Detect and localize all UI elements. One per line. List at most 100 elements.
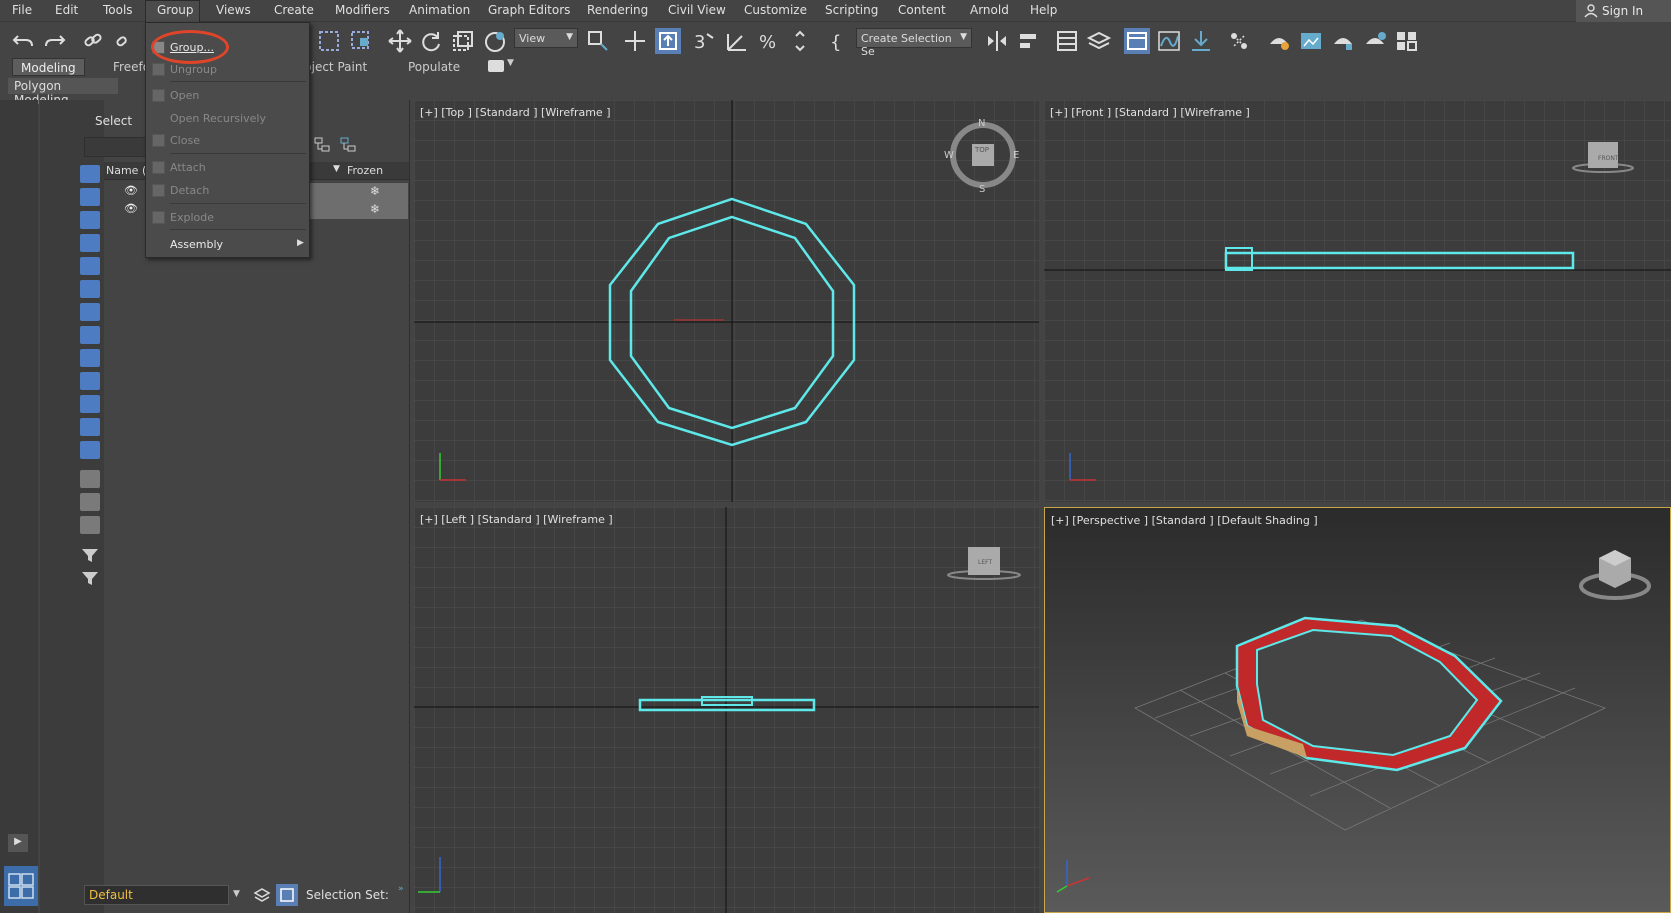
eye-icon[interactable]: 👁 bbox=[124, 202, 138, 215]
window-crossing-icon[interactable] bbox=[348, 28, 374, 54]
toggle-ribbon-icon[interactable] bbox=[1124, 28, 1150, 54]
viewport-front[interactable]: [+] [Front ] [Standard ] [Wireframe ] FR… bbox=[1044, 100, 1671, 502]
viewport-perspective[interactable]: [+] [Perspective ] [Standard ] [Default … bbox=[1044, 507, 1671, 913]
layers-icon[interactable] bbox=[252, 886, 272, 906]
expand-icon[interactable]: » bbox=[398, 884, 404, 894]
select-manipulate-icon[interactable] bbox=[622, 28, 648, 54]
select-region-icon[interactable] bbox=[316, 28, 342, 54]
menu-graph-editors[interactable]: Graph Editors bbox=[488, 3, 570, 17]
frozen-cell[interactable] bbox=[310, 201, 408, 219]
viewport-layout-tab-icon[interactable] bbox=[4, 866, 38, 906]
menu-views[interactable]: Views bbox=[216, 3, 251, 17]
menu-modifiers[interactable]: Modifiers bbox=[335, 3, 390, 17]
display-geometry-icon[interactable] bbox=[80, 188, 100, 206]
ribbon-options-icon[interactable] bbox=[488, 60, 504, 72]
menu-civil-view[interactable]: Civil View bbox=[668, 3, 726, 17]
viewcube-face-label[interactable]: LEFT bbox=[978, 559, 992, 566]
hierarchy-icon[interactable] bbox=[314, 137, 332, 153]
menu-help[interactable]: Help bbox=[1030, 3, 1057, 17]
filter-icon[interactable] bbox=[80, 546, 100, 564]
rendered-frame-window-icon[interactable] bbox=[1298, 28, 1324, 54]
menu-scripting[interactable]: Scripting bbox=[825, 3, 878, 17]
mirror-icon[interactable] bbox=[984, 28, 1010, 54]
move-icon[interactable] bbox=[387, 28, 413, 54]
rotate-icon[interactable] bbox=[418, 28, 444, 54]
chevron-down-icon[interactable]: ▼ bbox=[233, 889, 240, 899]
tab-modeling[interactable]: Modeling bbox=[12, 58, 85, 76]
display-all-icon[interactable] bbox=[80, 165, 100, 183]
menu-tools[interactable]: Tools bbox=[103, 3, 133, 17]
material-editor-icon[interactable] bbox=[1226, 28, 1252, 54]
sign-in-button[interactable]: Sign In bbox=[1576, 0, 1671, 22]
schematic-view-icon[interactable] bbox=[1188, 28, 1214, 54]
menu-item-explode[interactable]: Explode bbox=[170, 211, 214, 224]
display-lights-icon[interactable] bbox=[80, 234, 100, 252]
menu-item-open-recursively[interactable]: Open Recursively bbox=[170, 112, 266, 125]
pivot-center-icon[interactable] bbox=[585, 28, 611, 54]
a360-gallery-icon[interactable] bbox=[1394, 28, 1420, 54]
menu-group[interactable]: Group bbox=[157, 3, 194, 17]
percent-snap-icon[interactable]: % bbox=[756, 28, 782, 54]
frozen-cell[interactable] bbox=[310, 183, 408, 201]
viewport-label-top[interactable]: [+] [Top ] [Standard ] [Wireframe ] bbox=[420, 106, 611, 119]
spinner-snap-icon[interactable] bbox=[788, 28, 814, 54]
play-icon[interactable]: ▶ bbox=[8, 834, 28, 852]
menu-content[interactable]: Content bbox=[898, 3, 946, 17]
viewcube-perspective[interactable] bbox=[1575, 540, 1655, 610]
display-groups-icon[interactable] bbox=[80, 326, 100, 344]
menu-rendering[interactable]: Rendering bbox=[587, 3, 648, 17]
display-containers-icon[interactable] bbox=[80, 395, 100, 413]
menu-item-open[interactable]: Open bbox=[170, 89, 199, 102]
ribbon-panel-polygon-modeling[interactable]: Polygon Modeling bbox=[8, 78, 118, 107]
unlink-icon[interactable] bbox=[112, 28, 138, 54]
chevron-down-icon[interactable]: ▼ bbox=[507, 58, 514, 68]
selection-set-icon[interactable] bbox=[276, 884, 298, 906]
snaps-toggle-icon[interactable]: 3 bbox=[691, 28, 717, 54]
menu-arnold[interactable]: Arnold bbox=[970, 3, 1009, 17]
menu-animation[interactable]: Animation bbox=[409, 3, 470, 17]
toggle-layer-explorer-icon[interactable] bbox=[1086, 28, 1112, 54]
display-bones-icon[interactable] bbox=[80, 372, 100, 390]
display-shapes-icon[interactable] bbox=[80, 211, 100, 229]
edit-named-selection-icon[interactable]: { bbox=[826, 28, 852, 54]
current-layer-dropdown[interactable]: Default bbox=[84, 885, 229, 905]
menu-item-ungroup[interactable]: Ungroup bbox=[170, 63, 217, 76]
scale-icon[interactable] bbox=[450, 28, 476, 54]
viewcube-compass-top[interactable] bbox=[948, 120, 1018, 190]
display-frozen-icon[interactable] bbox=[80, 418, 100, 436]
menu-item-detach[interactable]: Detach bbox=[170, 184, 209, 197]
menu-file[interactable]: File bbox=[12, 3, 32, 17]
viewport-label-left[interactable]: [+] [Left ] [Standard ] [Wireframe ] bbox=[420, 513, 613, 526]
menu-edit[interactable]: Edit bbox=[55, 3, 78, 17]
display-hidden-icon[interactable] bbox=[80, 441, 100, 459]
display-children-icon[interactable] bbox=[80, 470, 100, 488]
placement-icon[interactable] bbox=[482, 28, 508, 54]
tab-populate[interactable]: Populate bbox=[400, 58, 468, 76]
link-icon[interactable] bbox=[80, 28, 106, 54]
redo-icon[interactable] bbox=[42, 28, 68, 54]
undo-icon[interactable] bbox=[10, 28, 36, 54]
named-selection-set-dropdown[interactable]: Create Selection Se ▼ bbox=[856, 28, 972, 58]
viewport-label-front[interactable]: [+] [Front ] [Standard ] [Wireframe ] bbox=[1050, 106, 1250, 119]
keyboard-shortcut-override-icon[interactable] bbox=[655, 28, 681, 54]
display-helpers-icon[interactable] bbox=[80, 280, 100, 298]
align-icon[interactable] bbox=[1016, 28, 1042, 54]
snowflake-icon[interactable]: ❄ bbox=[370, 184, 380, 198]
angle-snap-icon[interactable] bbox=[724, 28, 750, 54]
toggle-scene-explorer-icon[interactable] bbox=[1054, 28, 1080, 54]
viewport-top[interactable]: [+] [Top ] [Standard ] [Wireframe ] TOP … bbox=[414, 100, 1039, 502]
sort-icon[interactable] bbox=[340, 137, 358, 153]
menu-item-attach[interactable]: Attach bbox=[170, 161, 206, 174]
menu-item-close[interactable]: Close bbox=[170, 134, 200, 147]
layers-icon[interactable] bbox=[80, 572, 100, 590]
display-dependents-icon[interactable] bbox=[80, 516, 100, 534]
render-in-cloud-icon[interactable] bbox=[1362, 28, 1388, 54]
column-frozen-header[interactable]: Frozen bbox=[347, 164, 383, 177]
display-xrefs-icon[interactable] bbox=[80, 349, 100, 367]
reference-coordinate-dropdown[interactable]: View ▼ bbox=[514, 28, 578, 48]
render-setup-icon[interactable] bbox=[1266, 28, 1292, 54]
render-production-icon[interactable] bbox=[1330, 28, 1356, 54]
viewport-label-perspective[interactable]: [+] [Perspective ] [Standard ] [Default … bbox=[1051, 514, 1318, 527]
display-space-warps-icon[interactable] bbox=[80, 303, 100, 321]
viewcube-face-label[interactable]: FRONT bbox=[1598, 155, 1619, 162]
